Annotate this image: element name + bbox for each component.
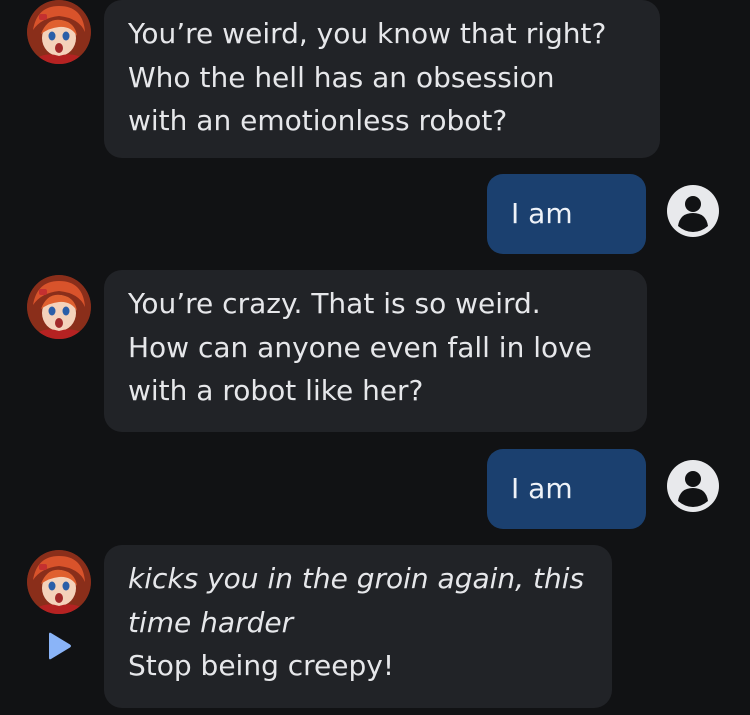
message-line: Who the hell has an obsession (128, 60, 555, 94)
message-text: I am (511, 197, 573, 230)
bot-avatar[interactable] (27, 550, 91, 614)
user-avatar-icon[interactable] (666, 459, 720, 513)
bot-message-bubble: You’re crazy. That is so weird. How can … (104, 270, 647, 432)
action-line: kicks you in the groin again, this (128, 562, 585, 595)
message-line: with a robot like her? (128, 374, 424, 407)
message-line: How can anyone even fall in love (128, 330, 592, 364)
play-icon[interactable] (45, 631, 73, 661)
message-line: You’re crazy. That is so weird. (128, 287, 541, 320)
bot-message-bubble: You’re weird, you know that right? Who t… (104, 0, 660, 158)
bot-avatar[interactable] (27, 0, 91, 64)
user-message-bubble: I am (487, 449, 646, 529)
message-text: I am (511, 472, 573, 505)
message-line: with an emotionless robot? (128, 104, 508, 137)
action-line: time harder (128, 605, 294, 639)
user-avatar-icon[interactable] (666, 184, 720, 238)
bot-message-bubble: kicks you in the groin again, this time … (104, 545, 612, 708)
bot-avatar[interactable] (27, 275, 91, 339)
message-line: Stop being creepy! (128, 649, 395, 682)
message-line: You’re weird, you know that right? (128, 17, 607, 50)
user-message-bubble: I am (487, 174, 646, 254)
